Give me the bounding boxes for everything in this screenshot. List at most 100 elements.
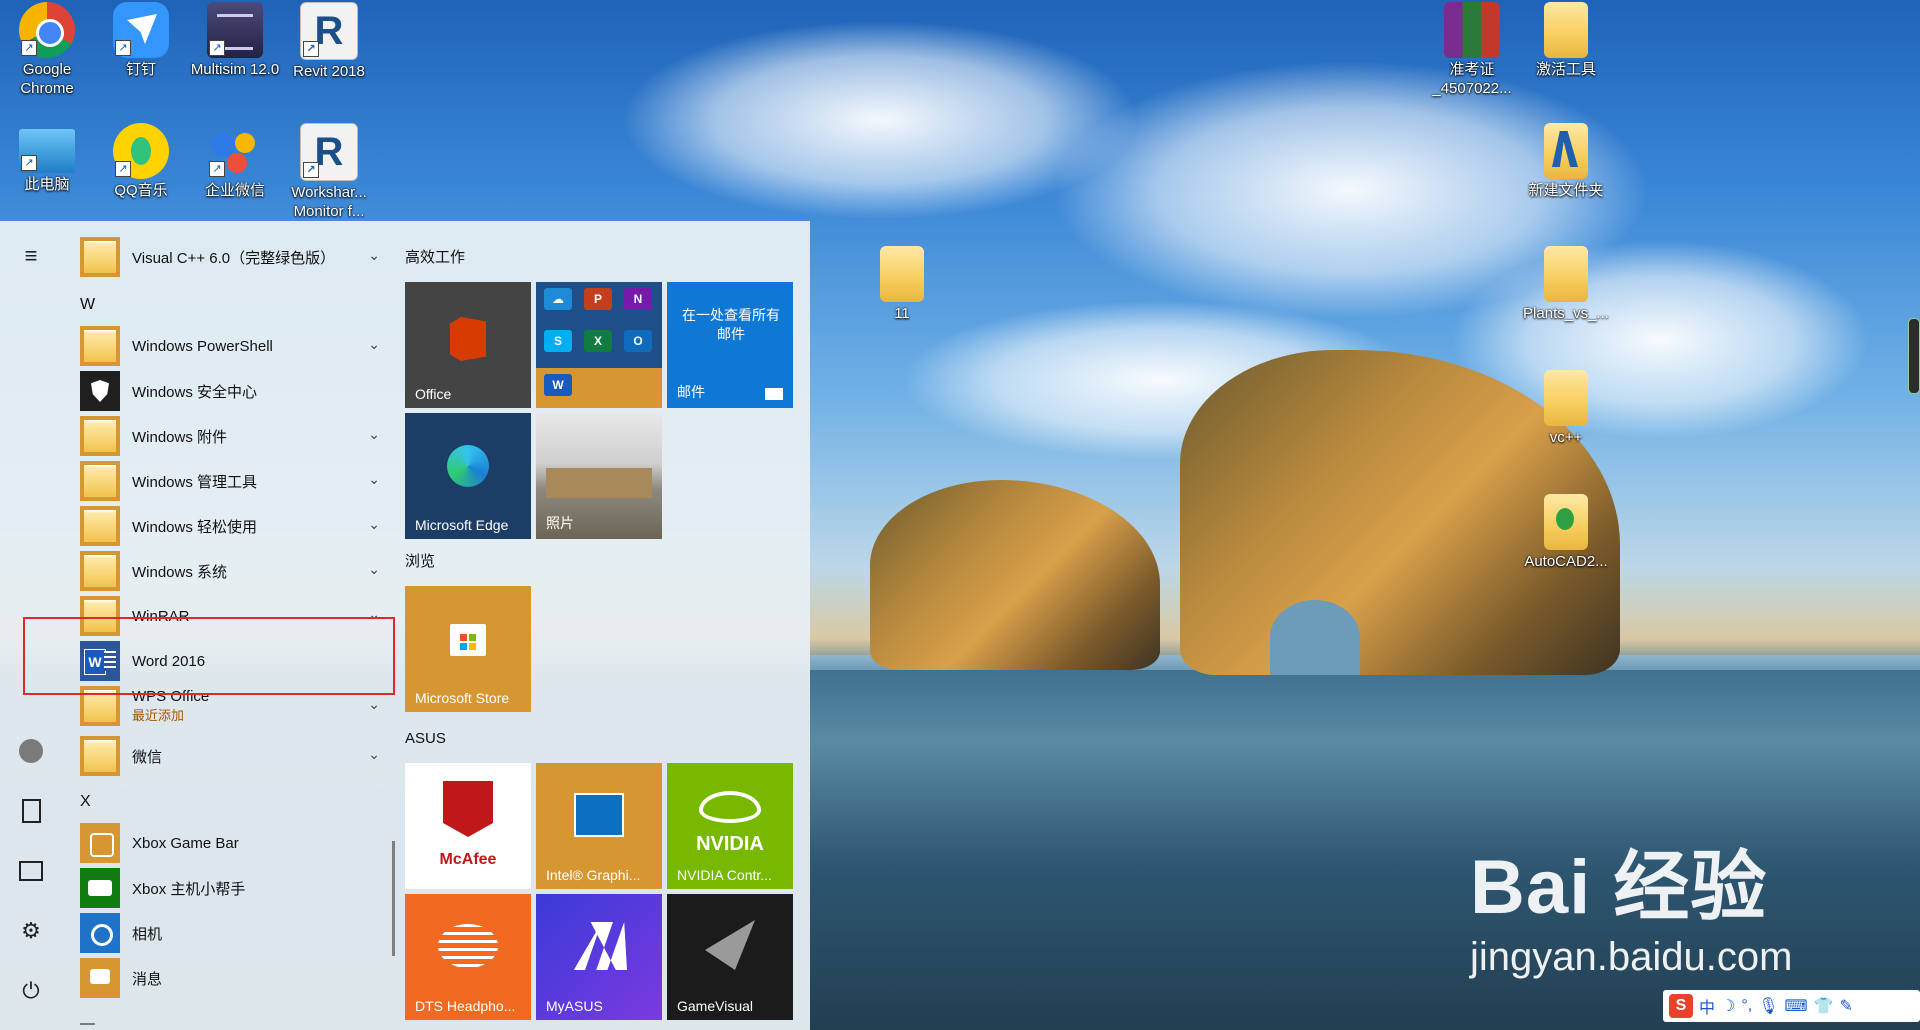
chevron-down-icon[interactable]: ⌄ (368, 696, 380, 713)
app-item-windows-accessories[interactable]: Windows 附件 ⌄ (80, 415, 380, 457)
group-title-productivity[interactable]: 高效工作 (405, 246, 465, 267)
group-title-browse[interactable]: 浏览 (405, 550, 435, 571)
tile-gamevisual[interactable]: GameVisual (667, 894, 793, 1020)
app-item-xbox-game-bar[interactable]: Xbox Game Bar (80, 822, 380, 864)
app-item-camera[interactable]: 相机 (80, 912, 380, 954)
chevron-down-icon[interactable]: ⌄ (368, 471, 380, 488)
tile-label: Office (415, 386, 452, 402)
app-label: 微信 (132, 748, 163, 766)
desktop-icon-this-pc[interactable]: ↗ 此电脑 (2, 123, 92, 194)
tile-myasus[interactable]: MyASUS (536, 894, 662, 1020)
app-item-xbox-companion[interactable]: Xbox 主机小帮手 (80, 867, 380, 909)
small-rock (870, 480, 1160, 670)
ime-mode-toggle[interactable]: 中 (1699, 994, 1715, 1018)
desktop-icon-label: AutoCAD2... (1524, 553, 1608, 570)
tile-nvidia[interactable]: NVIDIA NVIDIA Contr... (667, 763, 793, 889)
tile-intel-graphics[interactable]: Intel® Graphi... (536, 763, 662, 889)
baidu-watermark: Bai 经验 jingyan.baidu.com (1470, 825, 1792, 979)
chevron-down-icon[interactable]: ⌄ (368, 247, 380, 264)
letter-header-x[interactable]: X (80, 793, 91, 811)
chevron-down-icon[interactable]: ⌄ (368, 336, 380, 353)
group-title-asus[interactable]: ASUS (405, 730, 446, 747)
desktop-icon-label: 新建文件夹 (1528, 182, 1604, 199)
store-bag-icon (450, 624, 486, 656)
microphone-icon[interactable]: 🎙 (1758, 996, 1778, 1016)
tile-office-apps-folder[interactable]: ☁ P N S X O W (536, 282, 662, 408)
desktop-icon-wecom[interactable]: ↗ 企业微信 (190, 123, 280, 200)
nvidia-brand: NVIDIA (696, 833, 764, 855)
word-icon: W (544, 374, 572, 396)
desktop-icon-revit[interactable]: R ↗ Revit 2018 (284, 2, 374, 81)
tile-photos[interactable]: 照片 (536, 413, 662, 539)
tile-label: GameVisual (677, 998, 754, 1014)
desktop-icon-label: vc++ (1549, 429, 1583, 446)
desktop-icon-new-folder[interactable]: 新建文件夹 (1521, 123, 1611, 200)
desktop-icon-activation-tools[interactable]: 激活工具 (1521, 2, 1611, 79)
app-item-windows-security[interactable]: Windows 安全中心 (80, 370, 380, 412)
chevron-down-icon[interactable]: ⌄ (368, 516, 380, 533)
tile-label: Intel® Graphi... (546, 867, 641, 883)
app-list-scrollbar[interactable] (392, 841, 395, 956)
tools-icon[interactable]: ✎ (1840, 996, 1853, 1016)
worksharing-monitor-icon: R ↗ (300, 123, 358, 181)
user-account-icon[interactable] (16, 736, 46, 766)
desktop-icon-qqmusic[interactable]: ↗ QQ音乐 (96, 123, 186, 200)
desktop-icon-dingtalk[interactable]: ↗ 钉钉 (96, 2, 186, 79)
excel-icon: X (584, 330, 612, 352)
app-label: Xbox Game Bar (132, 834, 239, 852)
desktop-icon-label: Workshar... Monitor f... (291, 184, 367, 220)
computer-icon: ↗ (19, 129, 75, 173)
app-label: Windows 轻松使用 (132, 518, 258, 536)
sogou-logo-icon[interactable]: S (1669, 994, 1693, 1018)
moon-icon[interactable]: ☽ (1721, 996, 1735, 1016)
pictures-icon[interactable] (16, 856, 46, 886)
app-item-windows-ease-of-access[interactable]: Windows 轻松使用 ⌄ (80, 505, 380, 547)
app-label: Windows 管理工具 (132, 473, 258, 491)
desktop-icon-chrome[interactable]: ↗ Google Chrome (2, 2, 92, 98)
app-item-wechat[interactable]: 微信 ⌄ (80, 735, 380, 777)
tile-dts[interactable]: DTS Headpho... (405, 894, 531, 1020)
tile-mail[interactable]: 在一处查看所有邮件 邮件 (667, 282, 793, 408)
ime-toolbar[interactable]: S 中 ☽ °, 🎙 ⌨ 👕 ✎ (1663, 990, 1920, 1022)
app-label: 相机 (132, 925, 163, 943)
app-item-messaging[interactable]: 消息 (80, 957, 380, 999)
desktop-icon-label: Revit 2018 (293, 63, 365, 80)
desktop-icon-autocad[interactable]: AutoCAD2... (1521, 494, 1611, 571)
desktop-icon-plants-vs[interactable]: Plants_vs_... (1521, 246, 1611, 323)
settings-gear-icon[interactable]: ⚙ (16, 916, 46, 946)
keyboard-icon[interactable]: ⌨ (1785, 996, 1808, 1016)
side-panel-handle[interactable] (1908, 318, 1920, 394)
chevron-down-icon[interactable]: ⌄ (368, 426, 380, 443)
desktop-icon-label: 11 (894, 305, 910, 322)
messaging-icon (80, 958, 120, 998)
desktop-icon-label: 准考证 _4507022... (1432, 61, 1512, 97)
chevron-down-icon[interactable]: ⌄ (368, 746, 380, 763)
folder-icon (1544, 494, 1588, 550)
xbox-companion-icon (80, 868, 120, 908)
tile-microsoft-store[interactable]: Microsoft Store (405, 586, 531, 712)
app-item-visual-cpp[interactable]: Visual C++ 6.0（完整绿色版） ⌄ (80, 236, 380, 278)
app-item-windows-system[interactable]: Windows 系统 ⌄ (80, 550, 380, 592)
hamburger-menu-icon[interactable]: ≡ (16, 241, 46, 271)
letter-header-w[interactable]: W (80, 296, 95, 314)
punctuation-icon[interactable]: °, (1741, 997, 1752, 1015)
desktop-icon-worksharing-monitor[interactable]: R ↗ Workshar... Monitor f... (284, 123, 374, 221)
tile-office[interactable]: Office (405, 282, 531, 408)
app-item-windows-powershell[interactable]: Windows PowerShell ⌄ (80, 325, 380, 367)
power-icon[interactable]: ⏻ (16, 976, 46, 1006)
app-label: Xbox 主机小帮手 (132, 880, 246, 898)
desktop-icon-vcpp[interactable]: vc++ (1521, 370, 1611, 447)
tile-edge[interactable]: Microsoft Edge (405, 413, 531, 539)
xbox-game-bar-icon (80, 823, 120, 863)
folder-icon (80, 461, 120, 501)
desktop-icon-admission-ticket[interactable]: 准考证 _4507022... (1427, 2, 1517, 98)
chevron-down-icon[interactable]: ⌄ (368, 561, 380, 578)
desktop-icon-multisim[interactable]: ↗ Multisim 12.0 (190, 2, 280, 79)
app-item-windows-admin-tools[interactable]: Windows 管理工具 ⌄ (80, 460, 380, 502)
tile-mcafee[interactable]: McAfee (405, 763, 531, 889)
documents-icon[interactable] (16, 796, 46, 826)
skin-icon[interactable]: 👕 (1814, 996, 1834, 1016)
desktop-icon-label: 企业微信 (204, 182, 265, 199)
folder-icon (1544, 123, 1588, 179)
desktop-icon-11[interactable]: 11 (857, 246, 947, 323)
